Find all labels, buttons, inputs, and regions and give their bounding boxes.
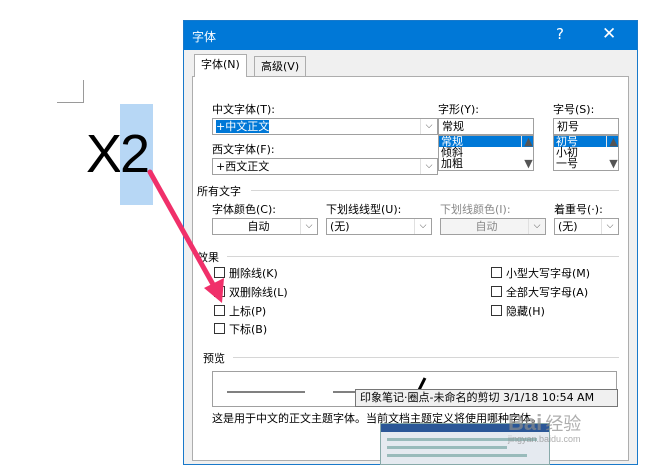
annotation-arrow bbox=[147, 169, 224, 303]
tab-font[interactable]: 字体(N) bbox=[194, 54, 247, 77]
watermark-url: jingyan.baidu.com bbox=[508, 434, 581, 444]
watermark-cn: 经验 bbox=[545, 414, 582, 434]
watermark-main: Bai bbox=[508, 410, 543, 435]
baidu-watermark: Bai 经验 jingyan.baidu.com bbox=[508, 410, 581, 444]
